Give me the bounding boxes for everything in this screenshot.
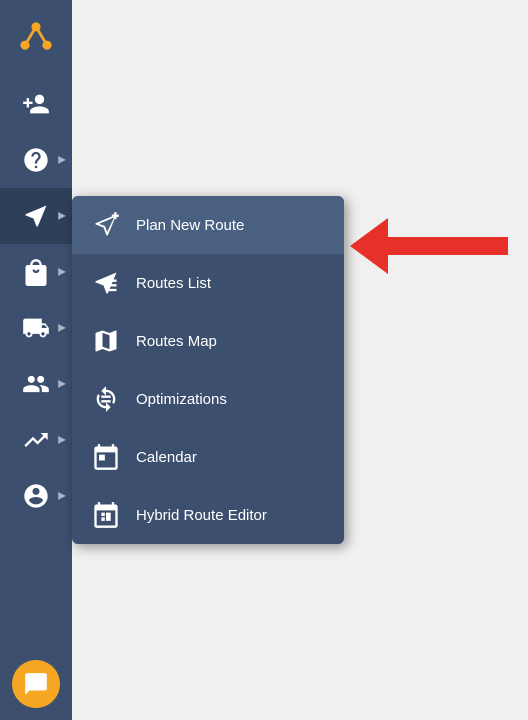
optimizations-icon	[90, 383, 122, 415]
plan-new-route-label: Plan New Route	[136, 217, 244, 234]
sidebar: ▶ ▶ ▶ ▶ ▶ ▶ ▶	[0, 0, 72, 720]
arrow-body	[388, 237, 508, 255]
orders-chevron: ▶	[58, 267, 66, 278]
sidebar-item-settings[interactable]: ▶	[0, 468, 72, 524]
sidebar-item-tracking[interactable]: ▶	[0, 300, 72, 356]
hybrid-route-editor-label: Hybrid Route Editor	[136, 507, 267, 524]
analytics-chevron: ▶	[58, 435, 66, 446]
dropdown-item-routes-list[interactable]: Routes List	[72, 254, 344, 312]
routes-dropdown: Plan New Route Routes List Routes Map Op…	[72, 196, 344, 544]
calendar-label: Calendar	[136, 449, 197, 466]
routes-map-label: Routes Map	[136, 333, 217, 350]
routes-list-icon	[90, 267, 122, 299]
chat-button[interactable]	[12, 660, 60, 708]
arrow-head	[350, 218, 388, 274]
plan-new-route-icon	[90, 209, 122, 241]
sidebar-item-add-user[interactable]	[0, 76, 72, 132]
hybrid-route-editor-icon	[90, 499, 122, 531]
routes-chevron: ▶	[58, 211, 66, 222]
dropdown-item-routes-map[interactable]: Routes Map	[72, 312, 344, 370]
dropdown-item-optimizations[interactable]: Optimizations	[72, 370, 344, 428]
optimizations-label: Optimizations	[136, 391, 227, 408]
sidebar-item-team[interactable]: ▶	[0, 356, 72, 412]
calendar-icon	[90, 441, 122, 473]
settings-chevron: ▶	[58, 491, 66, 502]
chat-button-container	[12, 660, 60, 708]
dropdown-item-hybrid-route-editor[interactable]: Hybrid Route Editor	[72, 486, 344, 544]
app-logo[interactable]	[0, 0, 72, 72]
sidebar-item-orders[interactable]: ▶	[0, 244, 72, 300]
routes-map-icon	[90, 325, 122, 357]
dropdown-item-calendar[interactable]: Calendar	[72, 428, 344, 486]
team-chevron: ▶	[58, 379, 66, 390]
routes-list-label: Routes List	[136, 275, 211, 292]
help-chevron: ▶	[58, 155, 66, 166]
sidebar-item-routes[interactable]: ▶	[0, 188, 72, 244]
red-arrow	[350, 218, 508, 274]
sidebar-item-help[interactable]: ▶	[0, 132, 72, 188]
sidebar-item-analytics[interactable]: ▶	[0, 412, 72, 468]
tracking-chevron: ▶	[58, 323, 66, 334]
dropdown-item-plan-new-route[interactable]: Plan New Route	[72, 196, 344, 254]
